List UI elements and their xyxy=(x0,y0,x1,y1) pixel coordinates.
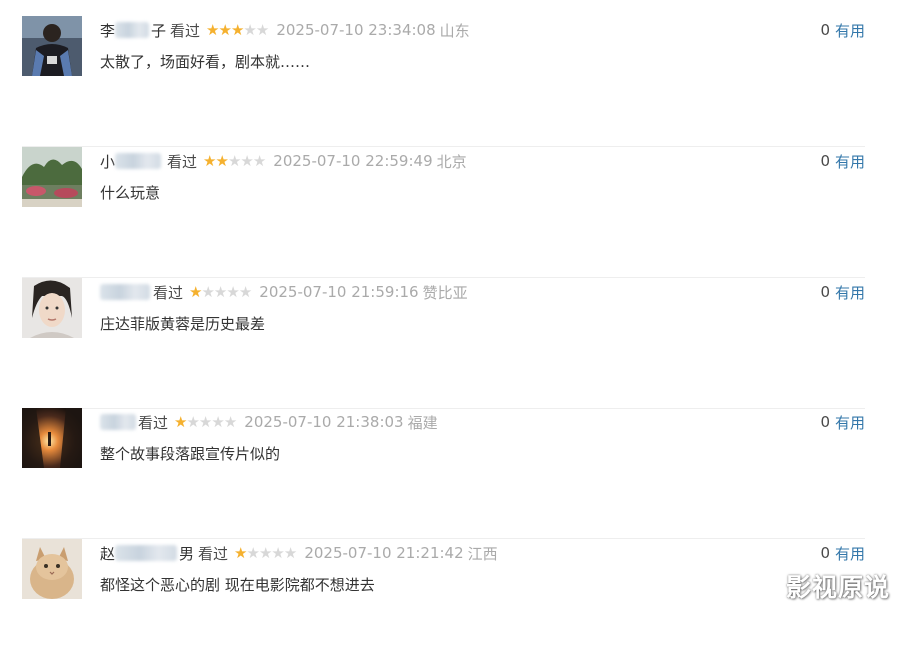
star-empty-icon: ★ xyxy=(246,543,260,562)
review-content: 庄达菲版黄蓉是历史最差 xyxy=(100,315,266,333)
review-location: 北京 xyxy=(436,152,467,171)
useful-button[interactable]: 有用 xyxy=(835,543,865,564)
star-filled-icon: ★ xyxy=(218,20,232,39)
useful-button[interactable]: 有用 xyxy=(835,412,865,433)
username-prefix: 李 xyxy=(100,21,116,40)
review-location: 福建 xyxy=(407,413,438,432)
username-redacted xyxy=(115,153,162,169)
rating-stars: ★ ★ ★ ★ ★ xyxy=(174,412,237,431)
useful-vote: 0 有用 xyxy=(820,150,865,172)
avatar[interactable] xyxy=(22,147,82,207)
star-filled-icon: ★ xyxy=(189,282,202,301)
review-content: 什么玩意 xyxy=(100,184,161,202)
review-item: 看过 ★ ★ ★ ★ ★ 2025-07-10 21:59:16 赞比亚 0 有用 庄达… xyxy=(22,278,865,409)
watch-status: 看过 xyxy=(167,152,198,171)
review-item: 李 子 看过 ★ ★ ★ ★ ★ 2025-07-10 23:34:08 山东 0 有用… xyxy=(22,16,865,147)
username-prefix: 赵 xyxy=(100,544,116,563)
star-empty-icon: ★ xyxy=(213,282,227,301)
useful-vote: 0 有用 xyxy=(820,411,865,433)
star-empty-icon: ★ xyxy=(240,151,253,170)
review-location: 江西 xyxy=(467,544,498,563)
review-time: 2025-07-10 21:21:42 xyxy=(304,544,464,562)
review-meta: 看过 ★ ★ ★ ★ ★ 2025-07-10 21:59:16 赞比亚 xyxy=(100,281,468,303)
star-empty-icon: ★ xyxy=(243,20,256,39)
star-filled-icon: ★ xyxy=(206,20,219,39)
star-filled-icon: ★ xyxy=(234,543,247,562)
rating-stars: ★ ★ ★ ★ ★ xyxy=(206,20,269,39)
username-suffix: 子 xyxy=(151,21,167,40)
review-time: 2025-07-10 21:38:03 xyxy=(244,413,404,431)
review-item: 看过 ★ ★ ★ ★ ★ 2025-07-10 21:38:03 福建 0 有用 整个故… xyxy=(22,408,865,539)
star-empty-icon: ★ xyxy=(198,412,212,431)
useful-button[interactable]: 有用 xyxy=(835,282,865,303)
star-empty-icon: ★ xyxy=(223,412,237,431)
review-item: 赵 男 看过 ★ ★ ★ ★ ★ 2025-07-10 21:21:42 江西 0 有用… xyxy=(22,539,865,670)
avatar[interactable] xyxy=(22,278,82,338)
star-empty-icon: ★ xyxy=(211,412,224,431)
star-filled-icon: ★ xyxy=(215,151,228,170)
star-empty-icon: ★ xyxy=(201,282,214,301)
review-content: 整个故事段落跟宣传片似的 xyxy=(100,445,281,463)
review-location: 赞比亚 xyxy=(422,283,468,302)
star-empty-icon: ★ xyxy=(227,151,241,170)
username-redacted xyxy=(100,414,136,430)
useful-vote: 0 有用 xyxy=(820,281,865,303)
useful-count: 0 xyxy=(820,283,830,301)
star-empty-icon: ★ xyxy=(226,282,239,301)
useful-button[interactable]: 有用 xyxy=(835,20,865,41)
username-redacted xyxy=(115,545,178,561)
watch-status: 看过 xyxy=(138,413,169,432)
review-content: 都怪这个恶心的剧 现在电影院都不想进去 xyxy=(100,576,375,594)
useful-vote: 0 有用 xyxy=(820,19,865,41)
watermark-text: 影视原说 xyxy=(785,573,890,602)
star-empty-icon: ★ xyxy=(238,282,252,301)
rating-stars: ★ ★ ★ ★ ★ xyxy=(189,282,252,301)
useful-button[interactable]: 有用 xyxy=(835,151,865,172)
username-suffix: 男 xyxy=(179,544,195,563)
star-empty-icon: ★ xyxy=(255,20,269,39)
username-redacted xyxy=(115,22,150,38)
review-location: 山东 xyxy=(439,21,470,40)
rating-stars: ★ ★ ★ ★ ★ xyxy=(203,151,266,170)
review-item: 小 看过 ★ ★ ★ ★ ★ 2025-07-10 22:59:49 北京 0 有用 什… xyxy=(22,147,865,278)
review-content: 太散了，场面好看，剧本就…… xyxy=(100,53,311,71)
avatar[interactable] xyxy=(22,408,82,468)
useful-count: 0 xyxy=(820,544,830,562)
useful-vote: 0 有用 xyxy=(820,542,865,564)
review-time: 2025-07-10 23:34:08 xyxy=(276,21,436,39)
review-time: 2025-07-10 21:59:16 xyxy=(259,283,419,301)
watch-status: 看过 xyxy=(153,283,184,302)
star-empty-icon: ★ xyxy=(258,543,272,562)
star-filled-icon: ★ xyxy=(203,151,216,170)
review-meta: 李 子 看过 ★ ★ ★ ★ ★ 2025-07-10 23:34:08 山东 xyxy=(100,19,470,41)
avatar[interactable] xyxy=(22,539,82,599)
avatar[interactable] xyxy=(22,16,82,76)
useful-count: 0 xyxy=(820,21,830,39)
watch-status: 看过 xyxy=(170,21,201,40)
star-filled-icon: ★ xyxy=(174,412,187,431)
useful-count: 0 xyxy=(820,413,830,431)
star-empty-icon: ★ xyxy=(271,543,284,562)
review-time: 2025-07-10 22:59:49 xyxy=(273,152,433,170)
star-empty-icon: ★ xyxy=(186,412,199,431)
star-filled-icon: ★ xyxy=(230,20,244,39)
star-empty-icon: ★ xyxy=(283,543,297,562)
review-meta: 看过 ★ ★ ★ ★ ★ 2025-07-10 21:38:03 福建 xyxy=(100,411,438,433)
watch-status: 看过 xyxy=(198,544,229,563)
username-prefix: 小 xyxy=(100,152,116,171)
username-redacted xyxy=(100,284,150,300)
useful-count: 0 xyxy=(820,152,830,170)
rating-stars: ★ ★ ★ ★ ★ xyxy=(234,543,297,562)
star-empty-icon: ★ xyxy=(252,151,266,170)
review-meta: 赵 男 看过 ★ ★ ★ ★ ★ 2025-07-10 21:21:42 江西 xyxy=(100,542,498,564)
review-meta: 小 看过 ★ ★ ★ ★ ★ 2025-07-10 22:59:49 北京 xyxy=(100,150,467,172)
